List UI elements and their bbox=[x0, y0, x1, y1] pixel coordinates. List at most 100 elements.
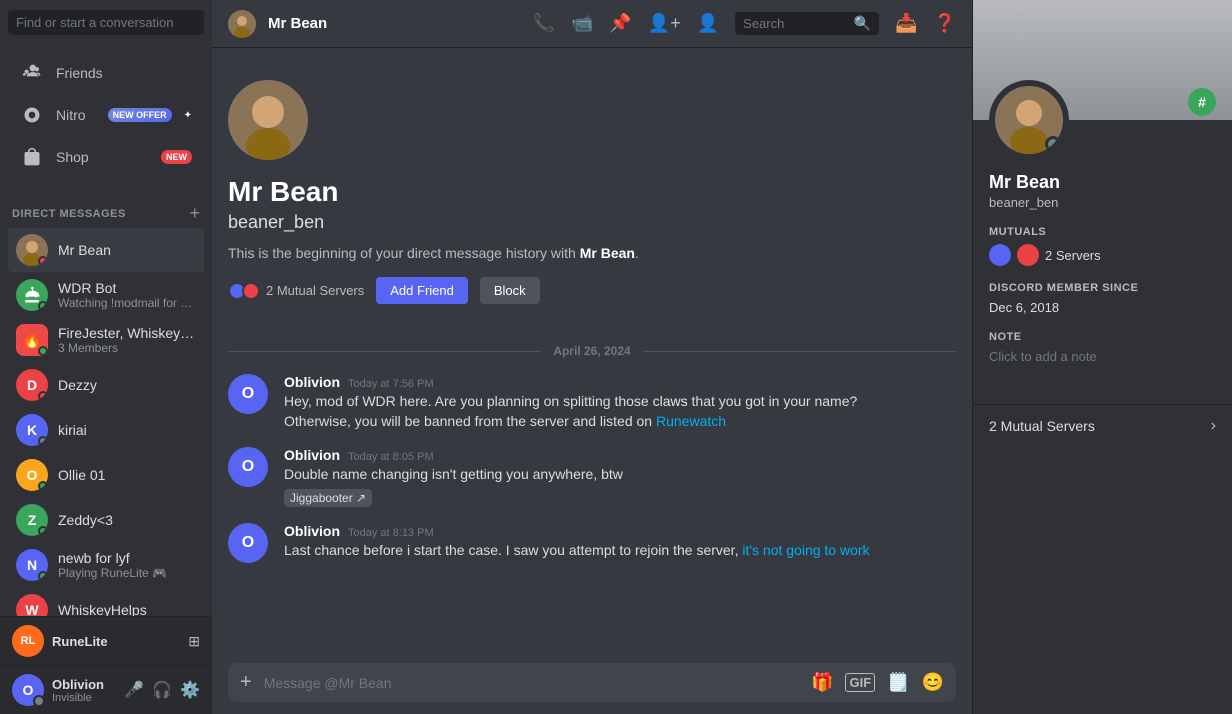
dm-item-newbforlyf[interactable]: N newb for lyf Playing RuneLite 🎮 bbox=[8, 543, 204, 587]
whiskeyhelps-name: WhiskeyHelps bbox=[58, 602, 196, 616]
panel-username: beaner_ben bbox=[989, 195, 1216, 210]
msg2-header: Oblivion Today at 8:05 PM bbox=[284, 447, 956, 463]
pin-button[interactable]: 📌 bbox=[609, 13, 631, 34]
runescape-action-icon: ⊞ bbox=[188, 633, 200, 650]
video-button[interactable]: 📹 bbox=[571, 13, 593, 34]
wdrbot-info: WDR Bot Watching !modmail for reports bbox=[58, 280, 196, 310]
search-icon: 🔍 bbox=[854, 15, 871, 32]
add-friend-header-button[interactable]: 👤+ bbox=[648, 13, 681, 34]
help-button[interactable]: ❓ bbox=[934, 13, 956, 34]
panel-mutual-servers-row[interactable]: 2 Mutual Servers › bbox=[973, 404, 1232, 447]
msg2-nametag: Jiggabooter ↗ bbox=[284, 489, 372, 507]
header-actions: 📞 📹 📌 👤+ 👤 🔍 📥 ❓ bbox=[533, 12, 956, 35]
dm-item-kiriai[interactable]: K kiriai bbox=[8, 408, 204, 452]
channel-avatar bbox=[228, 10, 256, 38]
date-divider-text: April 26, 2024 bbox=[553, 344, 630, 358]
dm-item-zeddyx3[interactable]: Z Zeddy<3 bbox=[8, 498, 204, 542]
search-wrapper: 🔍 bbox=[735, 12, 879, 35]
whiskeyhelps-avatar: W bbox=[16, 594, 48, 616]
panel-mutual-avatar-2 bbox=[1017, 244, 1039, 266]
message-group-2: O Oblivion Today at 8:05 PM Double name … bbox=[228, 447, 956, 507]
right-panel: # Mr Bean beaner_ben MUTUALS 2 Servers D… bbox=[972, 0, 1232, 714]
dm-item-firejester[interactable]: 🔥 FireJester, WhiskeyHe... 3 Members bbox=[8, 318, 204, 362]
add-friend-button[interactable]: Add Friend bbox=[376, 277, 468, 304]
whiskeyhelps-info: WhiskeyHelps bbox=[58, 602, 196, 616]
main-content: Mr Bean 📞 📹 📌 👤+ 👤 🔍 📥 ❓ bbox=[212, 0, 972, 714]
create-dm-button[interactable]: + bbox=[189, 203, 200, 224]
message-group-1: O Oblivion Today at 7:56 PM Hey, mod of … bbox=[228, 374, 956, 431]
ollie01-name: Ollie 01 bbox=[58, 467, 196, 483]
attachment-button[interactable]: + bbox=[240, 671, 252, 694]
channel-header: Mr Bean 📞 📹 📌 👤+ 👤 🔍 📥 ❓ bbox=[212, 0, 972, 48]
dm-item-wdrbot[interactable]: WDR Bot Watching !modmail for reports bbox=[8, 273, 204, 317]
firejester-name: FireJester, WhiskeyHe... bbox=[58, 325, 196, 341]
dm-item-mrbean[interactable]: Mr Bean bbox=[8, 228, 204, 272]
msg3-time: Today at 8:13 PM bbox=[348, 527, 434, 539]
newbforlyf-info: newb for lyf Playing RuneLite 🎮 bbox=[58, 550, 196, 580]
friends-icon bbox=[20, 61, 44, 85]
divider-line-right bbox=[643, 351, 956, 352]
inbox-button[interactable]: 📥 bbox=[895, 13, 917, 34]
panel-note-title: NOTE bbox=[989, 331, 1216, 343]
intro-text: This is the beginning of your direct mes… bbox=[228, 245, 956, 261]
msg2-avatar: O bbox=[228, 447, 268, 487]
nitro-icon bbox=[20, 103, 44, 127]
user-status-dot bbox=[33, 695, 45, 707]
wdrbot-status bbox=[38, 301, 48, 311]
zeddyx3-name: Zeddy<3 bbox=[58, 512, 196, 528]
sidebar-item-nitro[interactable]: Nitro NEW OFFER ✦ bbox=[8, 95, 204, 135]
sidebar-item-shop[interactable]: Shop NEW bbox=[8, 137, 204, 177]
gift-icon[interactable]: 🎁 bbox=[811, 672, 833, 693]
panel-mutual-servers: 2 Servers bbox=[989, 244, 1216, 266]
sticker-icon[interactable]: 🗒️ bbox=[887, 672, 909, 693]
mrbean-avatar bbox=[16, 234, 48, 266]
emoji-icon[interactable]: 😊 bbox=[922, 672, 944, 693]
panel-note-input[interactable]: Click to add a note bbox=[989, 349, 1216, 364]
shop-badge: NEW bbox=[161, 150, 192, 164]
user-info: Oblivion Invisible bbox=[52, 677, 116, 704]
kiriai-name: kiriai bbox=[58, 422, 196, 438]
msg2-line1: Double name changing isn't getting you a… bbox=[284, 465, 956, 485]
call-button[interactable]: 📞 bbox=[533, 13, 555, 34]
sparkles-icon: ✦ bbox=[184, 110, 192, 121]
panel-mutuals-section: MUTUALS 2 Servers bbox=[989, 226, 1216, 266]
message-input[interactable] bbox=[264, 675, 799, 691]
dezzy-avatar: D bbox=[16, 369, 48, 401]
panel-member-since-section: DISCORD MEMBER SINCE Dec 6, 2018 bbox=[989, 282, 1216, 315]
ollie01-avatar: O bbox=[16, 459, 48, 491]
dm-item-ollie01[interactable]: O Ollie 01 bbox=[8, 453, 204, 497]
msg1-content: Oblivion Today at 7:56 PM Hey, mod of WD… bbox=[284, 374, 956, 431]
dm-item-dezzy[interactable]: D Dezzy bbox=[8, 363, 204, 407]
dm-item-whiskeyhelps[interactable]: W WhiskeyHelps bbox=[8, 588, 204, 616]
zeddyx3-avatar: Z bbox=[16, 504, 48, 536]
runescape-name: RuneLite bbox=[52, 634, 180, 649]
input-actions: 🎁 GIF 🗒️ 😊 bbox=[811, 672, 944, 693]
channel-name: Mr Bean bbox=[268, 15, 327, 32]
messages-area: Mr Bean beaner_ben This is the beginning… bbox=[212, 48, 972, 651]
settings-button[interactable]: ⚙️ bbox=[180, 680, 200, 700]
mrbean-info: Mr Bean bbox=[58, 242, 196, 258]
profile-button[interactable]: 👤 bbox=[697, 13, 719, 34]
intro-actions: 2 Mutual Servers Add Friend Block bbox=[228, 277, 956, 304]
panel-member-since-title: DISCORD MEMBER SINCE bbox=[989, 282, 1216, 294]
mutual-servers-badge: 2 Mutual Servers bbox=[228, 282, 364, 300]
intro-avatar bbox=[228, 80, 308, 160]
firejester-avatar: 🔥 bbox=[16, 324, 48, 356]
mrbean-name: Mr Bean bbox=[58, 242, 196, 258]
msg1-time: Today at 7:56 PM bbox=[348, 378, 434, 390]
chevron-right-icon: › bbox=[1211, 417, 1216, 435]
msg1-author: Oblivion bbox=[284, 374, 340, 390]
message-input-bar: + 🎁 GIF 🗒️ 😊 bbox=[212, 651, 972, 714]
mute-button[interactable]: 🎤 bbox=[124, 680, 144, 700]
find-conversation-input[interactable] bbox=[8, 10, 204, 35]
nitro-label: Nitro bbox=[56, 107, 96, 123]
mrbean-status bbox=[38, 256, 48, 266]
sidebar-item-friends[interactable]: Friends bbox=[8, 53, 204, 93]
shop-icon bbox=[20, 145, 44, 169]
msg1-line1: Hey, mod of WDR here. Are you planning o… bbox=[284, 392, 956, 412]
nitro-badge: NEW OFFER bbox=[108, 108, 172, 122]
kiriai-avatar: K bbox=[16, 414, 48, 446]
block-button[interactable]: Block bbox=[480, 277, 540, 304]
deafen-button[interactable]: 🎧 bbox=[152, 680, 172, 700]
gif-icon[interactable]: GIF bbox=[845, 673, 875, 692]
